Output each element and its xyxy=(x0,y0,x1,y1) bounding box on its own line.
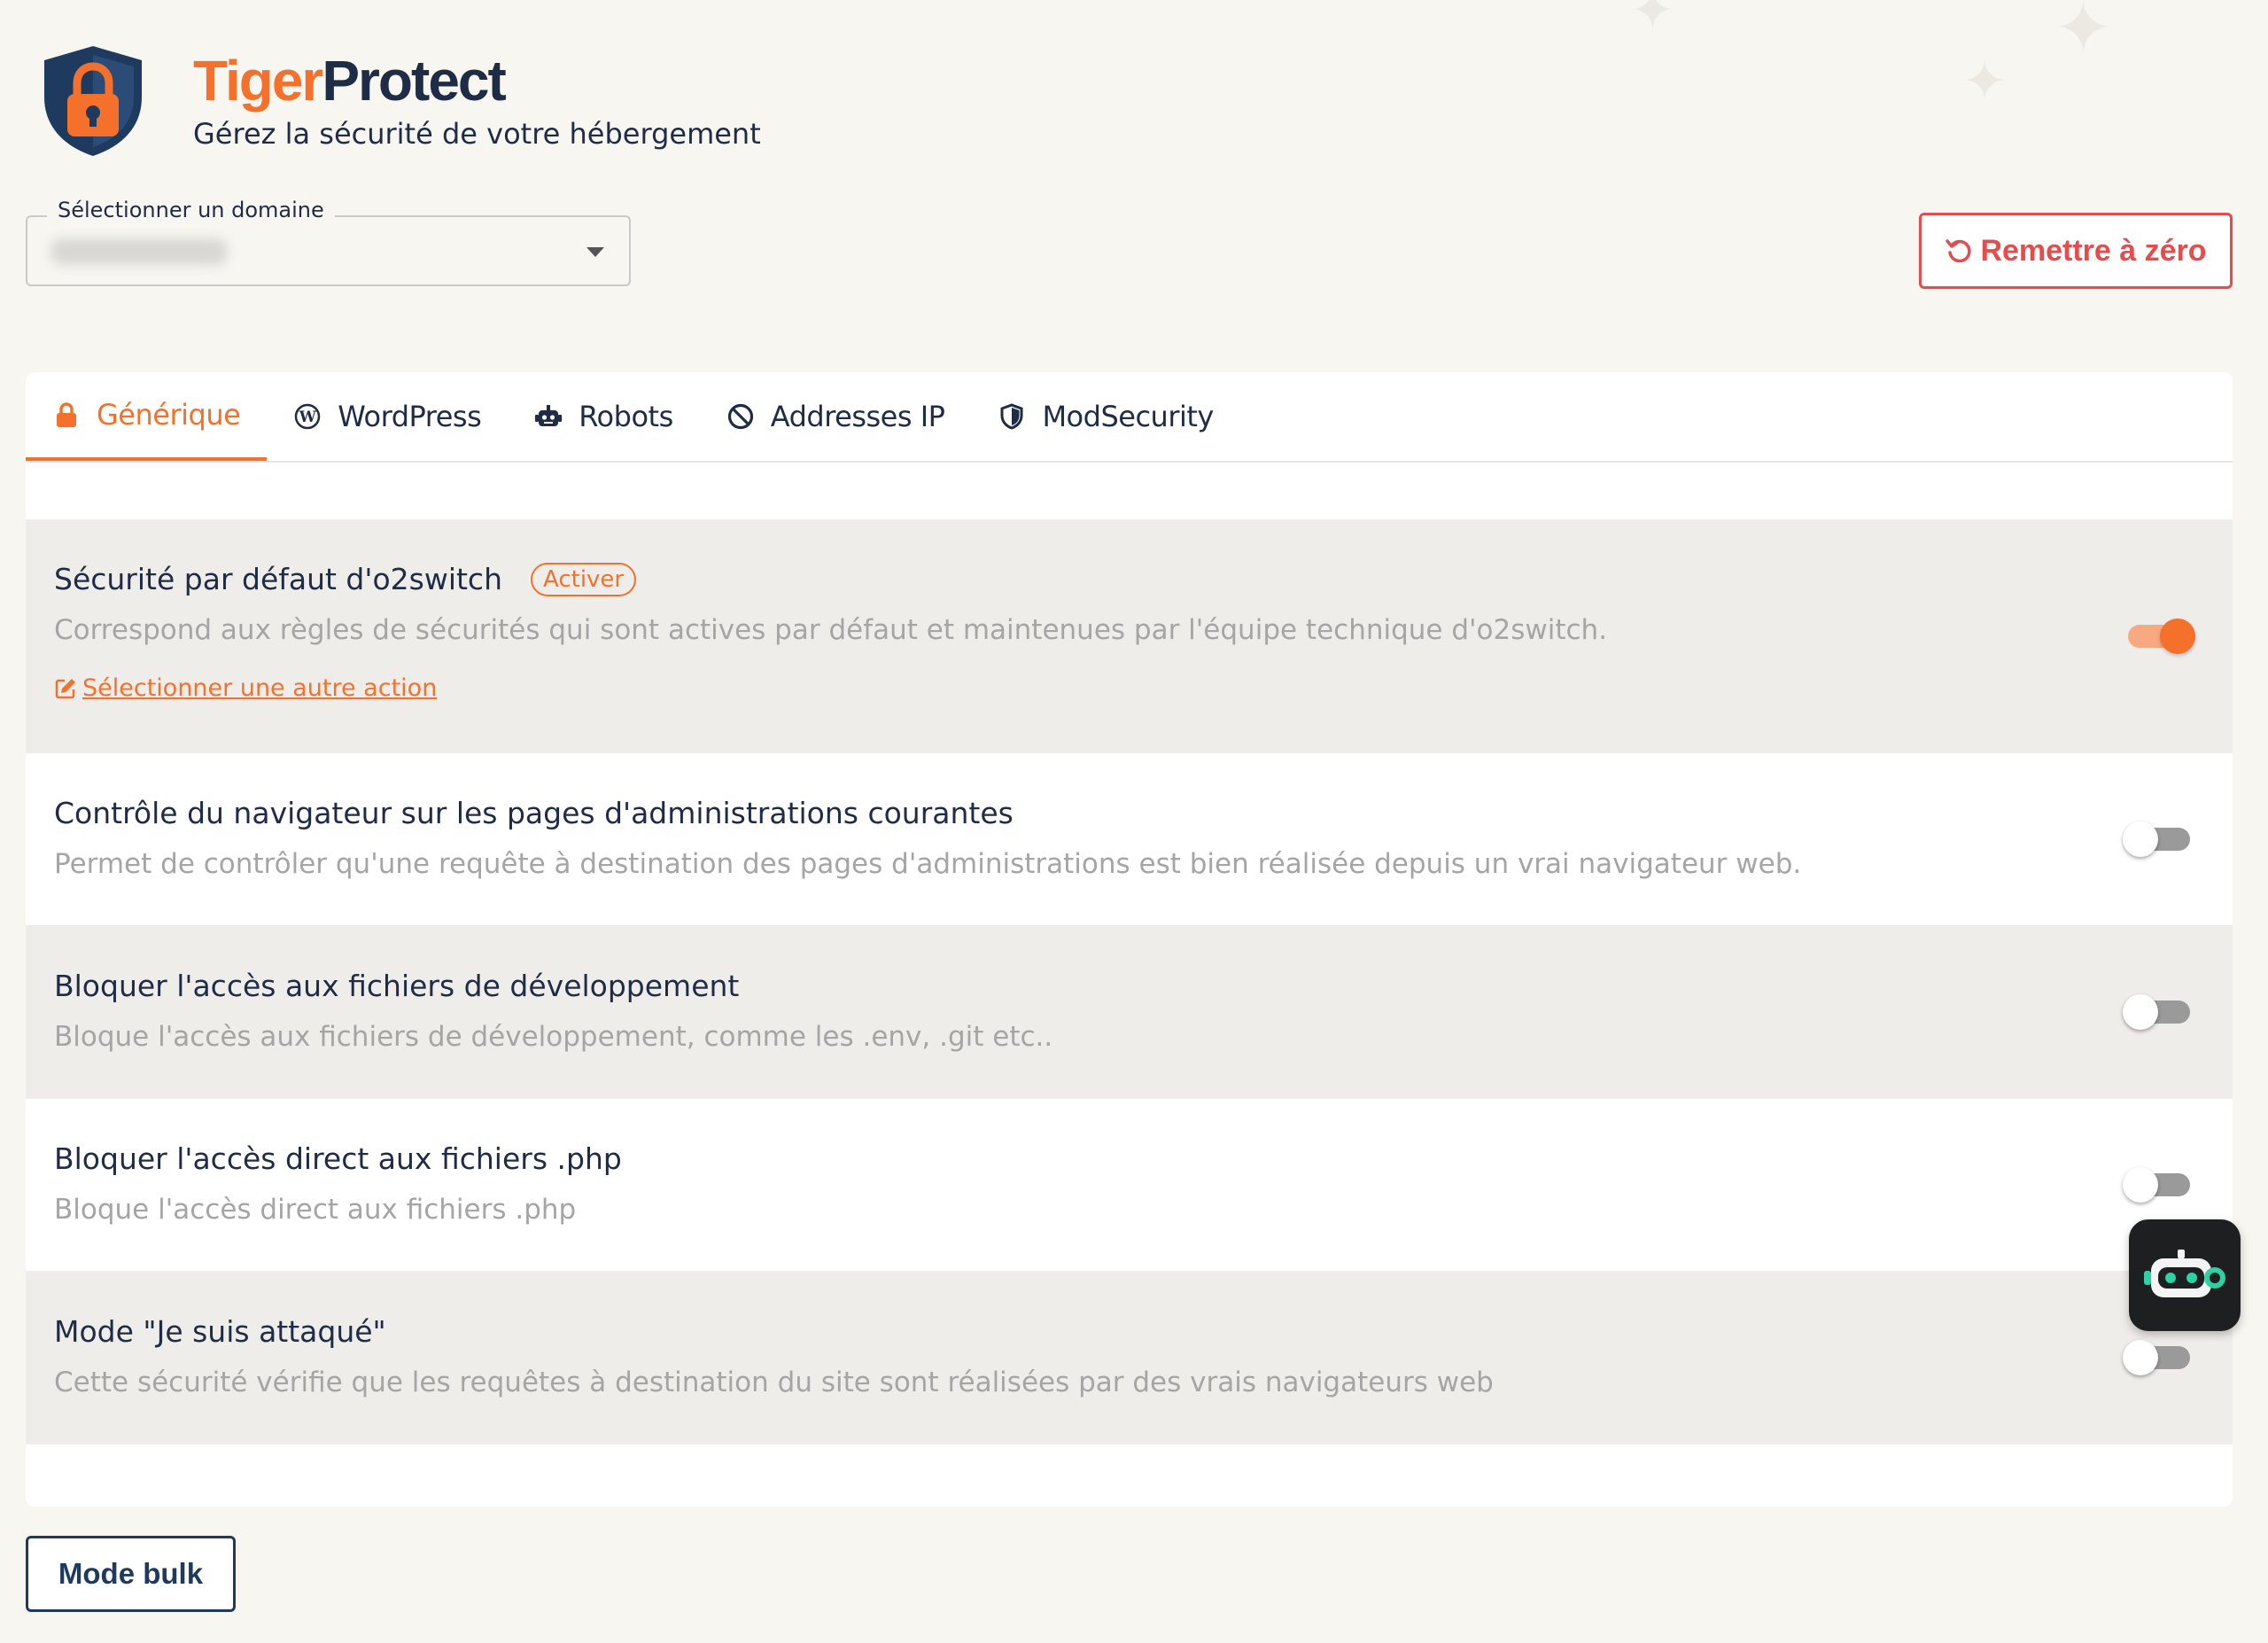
toggle-knob xyxy=(2123,1340,2158,1375)
rules-list: Sécurité par défaut d'o2switch Activer C… xyxy=(26,519,2233,1444)
app-header: TigerProtect Gérez la sécurité de votre … xyxy=(35,43,761,158)
tab-label: Générique xyxy=(97,398,241,432)
toggle-knob xyxy=(2160,619,2195,654)
brand-name-tiger: Tiger xyxy=(193,49,323,113)
rule-toggle[interactable] xyxy=(2123,822,2190,857)
brand-name: TigerProtect xyxy=(193,50,761,112)
domain-select[interactable]: Sélectionner un domaine xyxy=(26,198,631,286)
rule-title-row: Contrôle du navigateur sur les pages d'a… xyxy=(54,796,2204,830)
bulk-mode-label: Mode bulk xyxy=(58,1557,204,1590)
tab-label: Addresses IP xyxy=(770,400,945,433)
tab-addresses-ip[interactable]: Addresses IP xyxy=(700,372,972,461)
rule-toggle[interactable] xyxy=(2123,1340,2190,1375)
select-other-action-link[interactable]: Sélectionner une autre action xyxy=(54,674,437,702)
undo-icon xyxy=(1946,239,1972,263)
rule-row: Mode "Je suis attaqué" Cette sécurité vé… xyxy=(26,1272,2233,1444)
rule-title-row: Sécurité par défaut d'o2switch Activer xyxy=(54,562,2204,596)
sparkle-decoration: ✦ xyxy=(1630,0,1675,42)
sparkle-decoration: ✦ xyxy=(1962,51,2008,113)
caret-down-icon xyxy=(586,247,604,257)
tab-label: ModSecurity xyxy=(1042,400,1214,433)
rule-row: Bloquer l'accès aux fichiers de développ… xyxy=(26,926,2233,1099)
chatbot-button[interactable] xyxy=(2129,1219,2241,1331)
robot-icon xyxy=(535,405,563,426)
wordpress-icon: W xyxy=(295,403,321,430)
select-other-action-label: Sélectionner une autre action xyxy=(82,674,438,702)
rule-title: Sécurité par défaut d'o2switch xyxy=(54,562,502,596)
rule-row: Contrôle du navigateur sur les pages d'a… xyxy=(26,753,2233,926)
tab-robots[interactable]: Robots xyxy=(508,372,699,461)
rule-title-row: Bloquer l'accès aux fichiers de développ… xyxy=(54,969,2204,1003)
edit-icon xyxy=(55,678,75,698)
sparkle-decoration: ✦ xyxy=(2054,0,2114,69)
domain-select-label: Sélectionner un domaine xyxy=(47,198,335,222)
rule-toggle[interactable] xyxy=(2128,619,2195,654)
tab-wordpress[interactable]: W WordPress xyxy=(267,372,508,461)
svg-text:W: W xyxy=(299,409,317,426)
bulk-mode-button[interactable]: Mode bulk xyxy=(26,1536,236,1612)
status-badge: Activer xyxy=(531,562,637,596)
rule-title: Bloquer l'accès direct aux fichiers .php xyxy=(54,1141,622,1176)
rule-toggle[interactable] xyxy=(2123,994,2190,1030)
rule-description: Bloque l'accès direct aux fichiers .php xyxy=(54,1194,577,1226)
reset-button[interactable]: Remettre à zéro xyxy=(1919,213,2233,289)
shield-icon xyxy=(1000,403,1023,430)
rule-description: Correspond aux règles de sécurités qui s… xyxy=(54,614,1608,646)
tab-bar: Générique W WordPress Robots Addresses I… xyxy=(26,372,2233,463)
rule-title-row: Mode "Je suis attaqué" xyxy=(54,1314,2204,1349)
lock-icon xyxy=(57,402,76,427)
shield-lock-logo-icon xyxy=(44,46,142,156)
brand-block: TigerProtect Gérez la sécurité de votre … xyxy=(193,50,761,152)
ban-icon xyxy=(727,403,753,430)
toggle-knob xyxy=(2123,1167,2158,1203)
reset-button-label: Remettre à zéro xyxy=(1980,233,2207,268)
tab-label: WordPress xyxy=(338,400,482,433)
rule-title-row: Bloquer l'accès direct aux fichiers .php xyxy=(54,1141,2204,1176)
tab-generique[interactable]: Générique xyxy=(26,372,268,461)
tab-label: Robots xyxy=(579,400,673,433)
toggle-knob xyxy=(2123,822,2158,857)
robot-assistant-icon xyxy=(2144,1250,2225,1297)
rule-toggle[interactable] xyxy=(2123,1167,2190,1203)
domain-select-value-blurred xyxy=(50,238,228,265)
rule-title: Contrôle du navigateur sur les pages d'a… xyxy=(54,796,1014,830)
toggle-knob xyxy=(2123,994,2158,1030)
rule-row: Bloquer l'accès direct aux fichiers .php… xyxy=(26,1099,2233,1272)
rule-title: Mode "Je suis attaqué" xyxy=(54,1314,386,1349)
rule-description: Cette sécurité vérifie que les requêtes … xyxy=(54,1367,1494,1398)
settings-card: Générique W WordPress Robots Addresses I… xyxy=(26,372,2233,1507)
tab-modsecurity[interactable]: ModSecurity xyxy=(971,372,1239,461)
app-subtitle: Gérez la sécurité de votre hébergement xyxy=(193,117,761,152)
brand-name-protect: Protect xyxy=(322,49,506,113)
rule-description: Bloque l'accès aux fichiers de développe… xyxy=(54,1021,1053,1053)
rule-description: Permet de contrôler qu'une requête à des… xyxy=(54,848,1802,880)
rule-title: Bloquer l'accès aux fichiers de développ… xyxy=(54,969,740,1003)
rule-row: Sécurité par défaut d'o2switch Activer C… xyxy=(26,519,2233,753)
